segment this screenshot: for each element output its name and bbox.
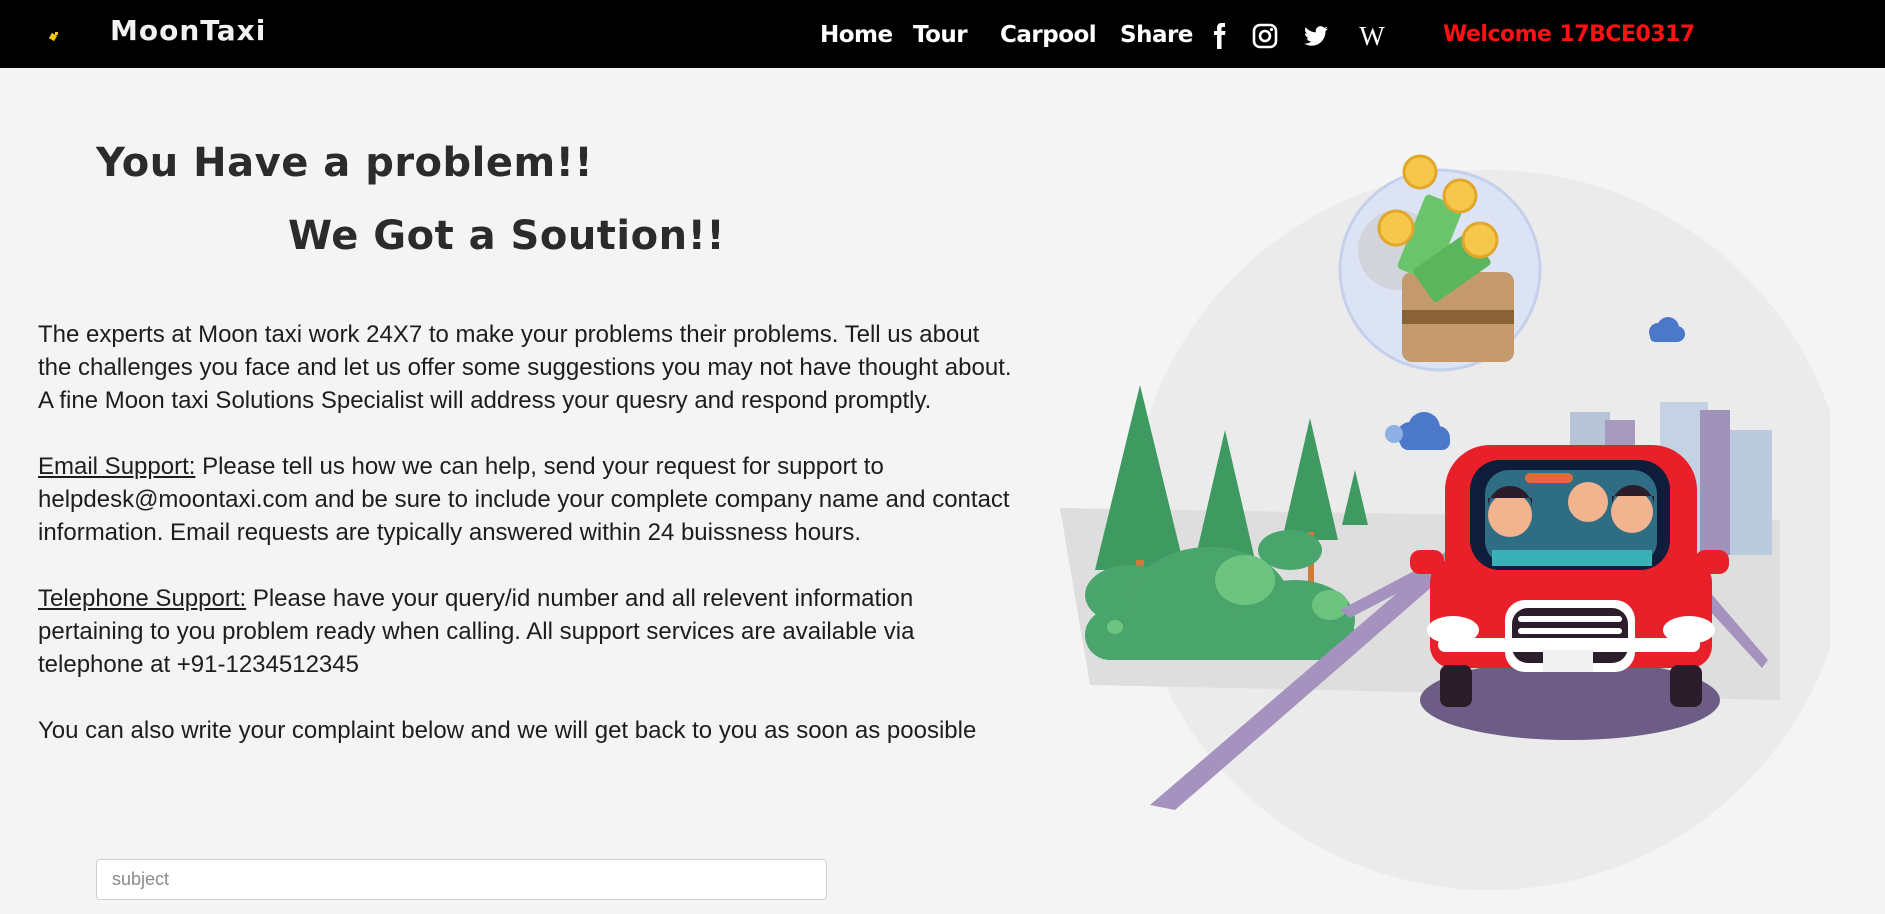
headline-solution: We Got a Soution!! [288, 213, 726, 259]
facebook-icon[interactable] [1206, 22, 1234, 50]
wikipedia-icon[interactable]: W [1355, 22, 1389, 50]
email-support-label: Email Support: [38, 453, 196, 480]
moon-logo-icon [48, 32, 58, 42]
subject-input[interactable] [96, 859, 827, 900]
instagram-icon[interactable] [1251, 22, 1279, 50]
twitter-icon[interactable] [1302, 22, 1330, 50]
nav-carpool-link[interactable]: Carpool [1000, 22, 1097, 48]
top-navbar: MoonTaxi Home Tour Carpool Share W Welco… [0, 0, 1885, 68]
user-id: 17BCE0317 [1559, 22, 1695, 47]
welcome-message: Welcome 17BCE0317 [1443, 22, 1695, 47]
welcome-label: Welcome [1443, 22, 1552, 47]
nav-share-link[interactable]: Share [1120, 22, 1193, 48]
intro-paragraph: The experts at Moon taxi work 24X7 to ma… [38, 321, 1012, 414]
taxi-illustration [1060, 154, 1830, 890]
support-info: The experts at Moon taxi work 24X7 to ma… [38, 318, 1018, 780]
phone-support-label: Telephone Support: [38, 585, 247, 612]
phone-support-paragraph: Telephone Support: Please have your quer… [38, 582, 1018, 681]
complaint-paragraph: You can also write your complaint below … [38, 717, 977, 744]
email-support-paragraph: Email Support: Please tell us how we can… [38, 450, 1018, 549]
headline-problem: You Have a problem!! [96, 140, 594, 186]
nav-tour-link[interactable]: Tour [913, 22, 968, 48]
svg-text:W: W [1359, 22, 1385, 50]
nav-home-link[interactable]: Home [820, 22, 893, 48]
brand-logo[interactable]: MoonTaxi [110, 14, 266, 47]
